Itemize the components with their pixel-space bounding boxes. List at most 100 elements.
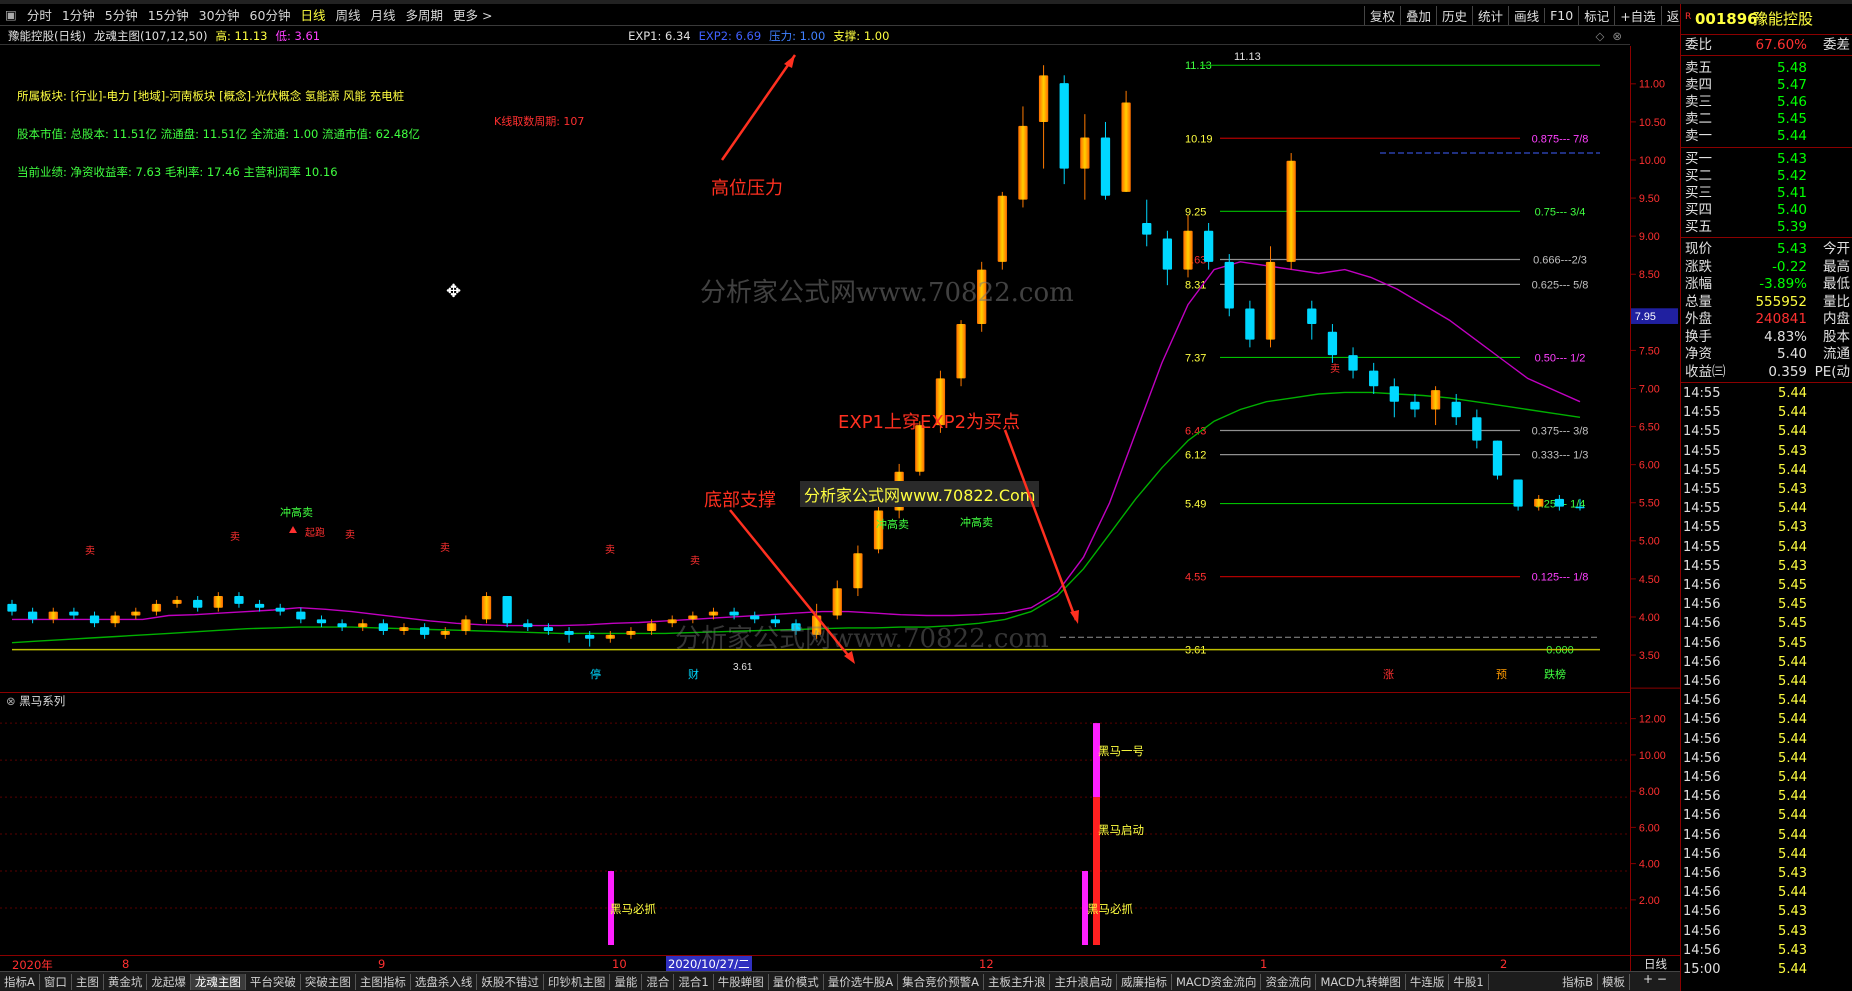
tick-price: 5.44 [1778,462,1807,478]
right-toolbar: 复权 叠加 历史 统计 画线 F10 标记 +自选 返回 [1364,4,1697,26]
signal-label: 黑马一号 [1098,744,1144,758]
indicator-tab[interactable]: 突破主图 [301,973,356,990]
candle-body [1018,125,1028,200]
period-tab[interactable]: 1分钟 [57,5,100,24]
indicator-tab[interactable]: 量能 [610,973,643,990]
app-window: { "toolbar": { "periods": ["分时","1分钟","5… [0,0,1852,991]
collapse-icon[interactable]: ◇ [1596,29,1605,43]
candle-body [1203,230,1214,262]
add-watchlist-button[interactable]: +自选 [1614,5,1660,25]
tick-time: 14:56 [1683,578,1721,593]
candle-body [131,611,141,616]
tick-time: 14:55 [1683,520,1721,536]
indicator-tab[interactable]: 黄金坑 [104,973,148,990]
indicator-tab[interactable]: 指标A [0,973,40,990]
y-tick-label: 2.00 [1639,895,1660,907]
indicator-tab-right[interactable]: 模板 [1598,973,1630,990]
indicator-tab[interactable]: 选盘杀入线 [411,973,478,990]
fuquan-button[interactable]: 复权 [1364,5,1400,25]
window-menu-icon[interactable]: ▣ [0,7,22,22]
tick-time: 14:55 [1683,443,1721,459]
indicator-tab[interactable]: 妖股不错过 [477,973,544,990]
indicator-tab[interactable]: MACD九转蝉图 [1316,973,1406,990]
indicator-tab[interactable]: 量价模式 [769,973,824,990]
candle-body [1410,401,1420,410]
indicator-tab[interactable]: 主图 [72,973,104,990]
level-price: 5.43 [1776,151,1807,167]
level-label: 买三 [1685,185,1712,201]
f10-button[interactable]: F10 [1544,7,1578,23]
watermark-big-2: 分析家公式网www.70822.com [675,624,1049,654]
statistics-button[interactable]: 统计 [1472,5,1508,25]
zoom-controls[interactable]: + − [1630,971,1680,991]
signal-label: 黑马启动 [1098,823,1144,837]
indicator-tab[interactable]: 龙起爆 [147,973,191,990]
price-y-axis: 11.00 10.50 10.00 9.50 9.00 8.50 8.00 7.50 7.00 6… [1630,46,1680,955]
price-level-label: 3.61 [1185,645,1206,657]
stat-row: 外盘 240841 内盘 [1681,310,1852,328]
period-tab[interactable]: 周线 [330,5,365,24]
period-tab[interactable]: 5分钟 [100,5,143,24]
close-icon[interactable]: ⊗ [1612,29,1622,43]
up-arrow-icon [289,526,297,533]
draw-line-button[interactable]: 画线 [1508,5,1544,25]
tick-time: 14:56 [1683,846,1721,862]
indicator-tab[interactable]: 平台突破 [246,973,301,990]
indicator-tab[interactable]: MACD资金流向 [1172,973,1262,990]
level-label: 卖四 [1685,77,1712,93]
indicator-tab[interactable]: 混合1 [674,973,714,990]
period-tab[interactable]: 分时 [22,5,57,24]
sub-chart-title[interactable]: 黑马系列 [19,694,65,708]
tick-price: 5.45 [1778,635,1807,651]
candle-body [1265,261,1276,340]
indicator-tab[interactable]: 主升浪启动 [1050,973,1117,990]
high-readout: 高: 11.13 [215,28,268,43]
period-tab[interactable]: 15分钟 [143,5,194,24]
fib-level-label: 0.666---2/3 [1533,255,1587,267]
period-tab-active[interactable]: 日线 [295,5,330,24]
period-tab[interactable]: 60分钟 [245,5,296,24]
indicator-tab[interactable]: 牛连版 [1406,973,1450,990]
tick-time: 14:56 [1683,866,1721,881]
tick-price: 5.44 [1778,750,1807,766]
period-tab[interactable]: 月线 [365,5,400,24]
signal-chonggao: 冲高卖 [960,515,993,529]
indicator-tab-right[interactable]: 指标B [1558,973,1598,990]
tick-time: 14:56 [1683,674,1721,689]
signal-bar [1093,797,1100,945]
candle-body [997,195,1007,262]
fib-level-label: 0.625--- 5/8 [1532,279,1589,291]
price-level-label: 6.12 [1185,450,1206,462]
tick-row: 14:55 5.44 [1681,462,1852,480]
indicator-tab[interactable]: 印钞机主图 [544,973,611,990]
indicator-tab[interactable]: 量价选牛股A [824,973,899,990]
tick-price: 5.44 [1778,731,1807,747]
indicator-tab[interactable]: 混合 [642,973,675,990]
period-tab[interactable]: 30分钟 [194,5,245,24]
sub-indicator-chart[interactable] [0,708,1630,955]
period-tab[interactable]: 多周期 [401,5,449,24]
y-tick-label: 4.50 [1639,574,1660,586]
indicator-tab[interactable]: 龙魂主图 [190,973,246,990]
tick-price: 5.44 [1778,808,1807,824]
signal-ting: 停 [590,667,601,681]
indicator-tab[interactable]: 集合竞价预警A [898,973,984,990]
overlay-button[interactable]: 叠加 [1400,5,1436,25]
indicator-tab[interactable]: 资金流向 [1261,973,1317,990]
annotation-bottom-support: 底部支撑 [704,490,776,511]
indicator-tab[interactable]: 牛股蝉图 [714,973,769,990]
mark-button[interactable]: 标记 [1578,5,1614,25]
tick-price: 5.44 [1778,789,1807,805]
indicator-name[interactable]: 龙魂主图(107,12,50) [94,28,208,44]
indicator-tab[interactable]: 窗口 [40,973,72,990]
history-button[interactable]: 历史 [1436,5,1472,25]
indicator-tab[interactable]: 主图指标 [356,973,411,990]
quote-sidebar: R 001896 豫能控股 委比 67.60% 委差 卖五 5.48 卖四 5.47 卖… [1680,4,1852,991]
main-candlestick-chart[interactable]: 0.875--- 7/8 0.75--- 3/4 0.666---2/3 0.625-… [0,46,1630,691]
indicator-tab[interactable]: 主板主升浪 [984,973,1051,990]
period-tab-more[interactable]: 更多 > [448,5,497,24]
sub-chart-toggle-icon[interactable]: ⊗ [6,694,16,708]
indicator-tab[interactable]: 威廉指标 [1117,973,1172,990]
period-selector[interactable]: 日线 [1630,955,1680,971]
indicator-tab[interactable]: 牛股1 [1449,973,1489,990]
